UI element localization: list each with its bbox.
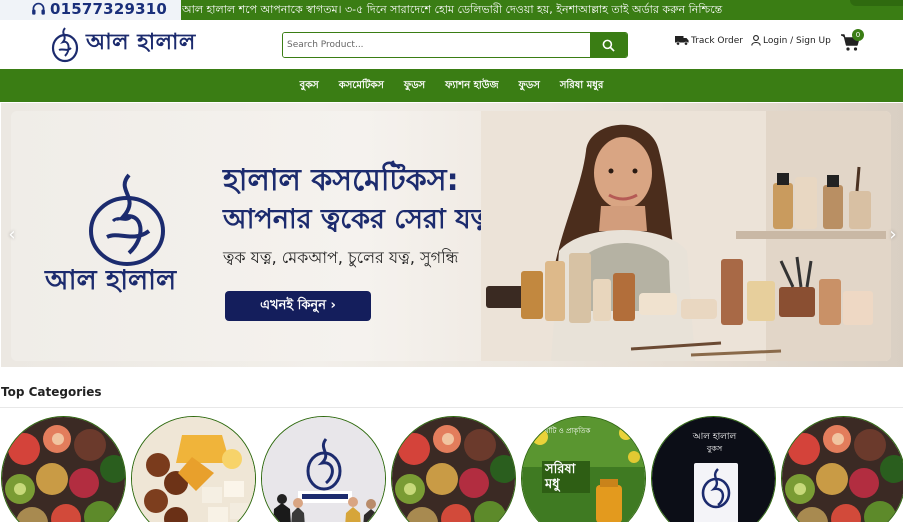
chevron-right-icon[interactable]: › <box>886 223 900 247</box>
category-card-fashion[interactable] <box>261 416 386 522</box>
announcement-text: আল হালাল শপে আপনাকে স্বাগতম। ৩-৫ দিনে সা… <box>182 3 723 16</box>
hero-subtitle: ত্বক যত্ন, মেকআপ, চুলের যত্ন, সুগন্ধি <box>223 248 459 267</box>
login-label: Login / Sign Up <box>763 35 831 46</box>
nav-item-foods-2[interactable]: ফুডস <box>509 69 550 102</box>
user-icon <box>751 35 761 46</box>
search-button[interactable] <box>590 33 627 57</box>
category-card-books[interactable]: আল হালাল বুকস <box>651 416 776 522</box>
hero-banner[interactable]: আল হালাল হালাল কসমেটিকস: আপনার ত্বকের সে… <box>11 111 891 361</box>
category-card-mustard-honey[interactable]: খাঁটি ও প্রাকৃতিক সরিষা মধু <box>521 416 646 522</box>
track-order-link[interactable]: Track Order <box>675 35 743 46</box>
honey-title: সরিষা মধু <box>542 461 590 493</box>
books-caption: বুকস <box>706 444 723 453</box>
announcement-edge <box>850 0 903 6</box>
search-bar <box>282 32 628 58</box>
search-icon <box>602 39 615 52</box>
cart-count-badge: 0 <box>852 29 864 41</box>
food-bowls-image <box>392 417 515 522</box>
chevron-left-icon[interactable]: ‹ <box>5 223 19 247</box>
honey-caption: খাঁটি ও প্রাকৃতিক <box>544 427 591 435</box>
food-bowls-image <box>2 417 125 522</box>
hero-brand-text: আল হালাল <box>45 265 177 296</box>
category-card-foods-2[interactable] <box>391 416 516 522</box>
login-link[interactable]: Login / Sign Up <box>751 35 831 46</box>
nav-item-books[interactable]: বুকস <box>290 69 329 102</box>
divider <box>0 407 903 408</box>
books-title: আল হালাল <box>692 432 737 442</box>
nav-item-mustard-honey[interactable]: সরিষা মধুর <box>550 69 614 102</box>
category-card-foods[interactable] <box>1 416 126 522</box>
nav-item-cosmetics[interactable]: কসমেটিকস <box>329 69 394 102</box>
sweets-image <box>132 417 255 522</box>
hero-title-line2: আপনার ত্বকের সেরা যত্ন <box>223 204 491 235</box>
headset-icon <box>32 2 45 15</box>
nav-item-foods[interactable]: ফুডস <box>394 69 435 102</box>
hero-title: হালাল কসমেটিকস: <box>223 163 459 198</box>
truck-icon <box>675 36 689 46</box>
hero-model-cosmetics-image <box>481 111 891 361</box>
track-order-label: Track Order <box>691 35 743 46</box>
main-nav: বুকস কসমেটিকস ফুডস ফ্যাশন হাউজ ফুডস সরিষ… <box>0 69 903 102</box>
section-title: Top Categories <box>1 385 102 399</box>
logo-icon[interactable] <box>51 26 79 63</box>
announcement-bar: 01577329310 আল হালাল শপে আপনাকে স্বাগতম।… <box>0 0 903 20</box>
site-header: আল হালাল Track Order Login / Sign Up 0 <box>0 20 903 69</box>
nav-item-fashion-house[interactable]: ফ্যাশন হাউজ <box>435 69 508 102</box>
logo-text[interactable]: আল হালাল <box>86 28 196 58</box>
search-input[interactable] <box>283 33 590 57</box>
category-card-foods-3[interactable] <box>781 416 903 522</box>
category-card-sweets[interactable] <box>131 416 256 522</box>
phone-box[interactable]: 01577329310 <box>0 0 181 20</box>
food-bowls-image <box>782 417 903 522</box>
shop-now-button[interactable]: এখনই কিনুন › <box>225 291 371 321</box>
brand-logo-icon <box>89 173 165 266</box>
hero-slider: আল হালাল হালাল কসমেটিকস: আপনার ত্বকের সে… <box>1 103 903 367</box>
phone-number[interactable]: 01577329310 <box>50 0 167 19</box>
brand-fashion-image <box>262 417 385 522</box>
